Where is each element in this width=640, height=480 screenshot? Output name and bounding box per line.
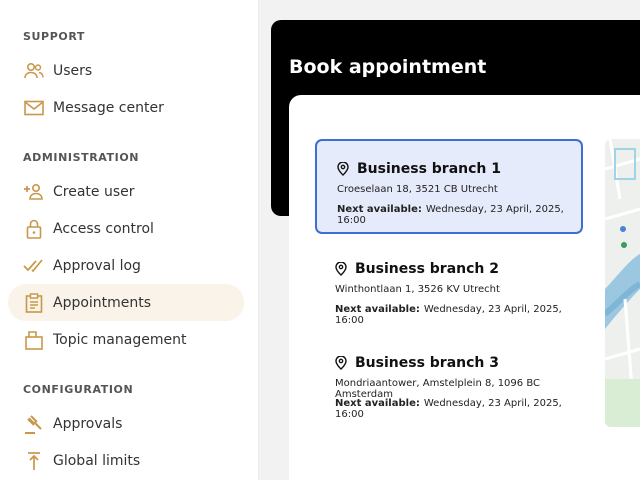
topic-icon [23,329,45,351]
branch-map[interactable] [605,139,640,427]
sidebar-item-label: Approval log [53,257,141,274]
sidebar-item-label: Topic management [53,331,187,348]
users-icon [23,60,45,82]
sidebar-item-label: Access control [53,220,154,237]
next-available-label: Next available: [335,398,420,409]
branch-name-row: Business branch 2 [335,261,499,277]
sidebar-item-create-user[interactable]: Create user [8,173,244,210]
sidebar-item-label: Create user [53,183,135,200]
branch-card-2[interactable]: Business branch 2 Winthontlaan 1, 3526 K… [315,241,583,336]
lock-icon [23,218,45,240]
section-title-administration: ADMINISTRATION [23,151,140,164]
location-pin-icon [337,162,349,176]
section-title-configuration: CONFIGURATION [23,383,134,396]
location-pin-icon [335,262,347,276]
sidebar: SUPPORT Users Message center ADMINISTRAT… [0,0,259,480]
sidebar-item-topic-management[interactable]: Topic management [8,321,244,358]
double-check-icon [23,255,45,277]
branch-name: Business branch 3 [355,355,499,371]
sidebar-item-label: Global limits [53,452,141,469]
clipboard-icon [23,292,45,314]
branch-name-row: Business branch 3 [335,355,499,371]
sidebar-item-access-control[interactable]: Access control [8,210,244,247]
branch-card-1[interactable]: Business branch 1 Croeselaan 18, 3521 CB… [315,139,583,234]
sidebar-item-global-limits[interactable]: Global limits [8,442,244,479]
sidebar-item-approval-log[interactable]: Approval log [8,247,244,284]
next-available-label: Next available: [335,304,420,315]
branch-address: Winthontlaan 1, 3526 KV Utrecht [335,284,500,295]
sidebar-item-label: Appointments [53,294,152,311]
sidebar-item-message-center[interactable]: Message center [8,89,244,126]
sidebar-item-label: Message center [53,99,164,116]
branch-next-available: Next available: Wednesday, 23 April, 2025… [335,304,583,326]
mail-icon [23,97,45,119]
sidebar-item-appointments[interactable]: Appointments [8,284,244,321]
sidebar-item-users[interactable]: Users [8,52,244,89]
limit-icon [23,450,45,472]
page-title: Book appointment [289,56,487,78]
branch-name-row: Business branch 1 [337,161,501,177]
branch-next-available: Next available: Wednesday, 23 April, 2025… [335,398,583,420]
branch-name: Business branch 2 [355,261,499,277]
branch-address: Mondriaantower, Amstelplein 8, 1096 BC A… [335,378,540,400]
branch-card-3[interactable]: Business branch 3 Mondriaantower, Amstel… [315,335,583,430]
branch-address: Croeselaan 18, 3521 CB Utrecht [337,184,498,195]
section-title-support: SUPPORT [23,30,86,43]
map-graphic [605,139,640,427]
add-user-icon [23,181,45,203]
branch-name: Business branch 1 [357,161,501,177]
sidebar-item-label: Users [53,62,93,79]
sidebar-item-label: Approvals [53,415,123,432]
sidebar-item-approvals[interactable]: Approvals [8,405,244,442]
branch-next-available: Next available: Wednesday, 23 April, 2025… [337,204,581,226]
gavel-icon [23,413,45,435]
location-pin-icon [335,356,347,370]
next-available-label: Next available: [337,204,422,215]
